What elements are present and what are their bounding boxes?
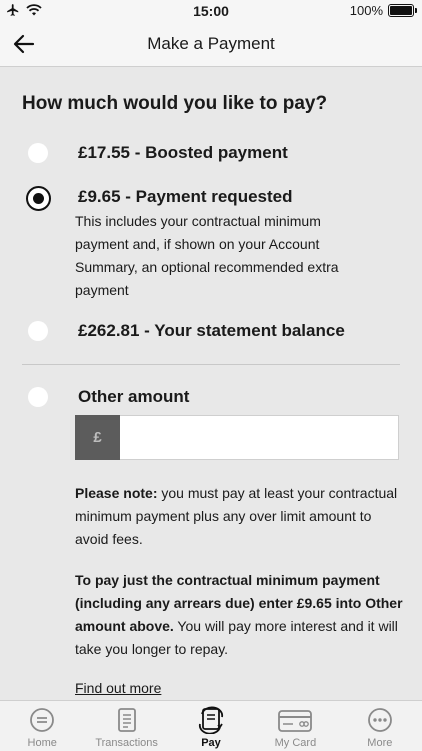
nav-bar: Make a Payment [0,22,422,67]
page-title: Make a Payment [147,34,275,53]
radio-payment-requested[interactable] [26,186,51,211]
divider [22,364,400,365]
tab-transactions[interactable]: Transactions [84,701,168,751]
transactions-icon [117,708,136,732]
tab-bar: Home Transactions Pay My Card More [0,700,422,751]
tab-more-label: More [367,737,393,749]
tab-transactions-label: Transactions [95,737,158,749]
please-note-text: Please note: you must pay at least your … [75,482,405,551]
card-icon [278,710,313,732]
radio-statement-balance[interactable] [28,321,48,341]
battery-icon [388,4,417,17]
min-payment-info-text: To pay just the contractual minimum paym… [75,569,405,661]
option-statement-balance-label[interactable]: £262.81 - Your statement balance [78,321,345,341]
status-right: 100% [349,3,417,18]
home-icon [30,708,55,732]
tab-pay[interactable]: Pay [169,701,253,751]
payment-requested-description: This includes your contractual minimum p… [75,213,339,298]
other-amount-input[interactable] [121,416,398,459]
please-note-bold: Please note: [75,485,158,501]
tab-home-label: Home [27,737,57,749]
status-bar: 15:00 100% [0,0,422,22]
find-out-more-link[interactable]: Find out more [75,680,161,696]
more-icon [367,708,392,732]
currency-prefix: £ [75,415,120,460]
option-payment-requested-label[interactable]: £9.65 - Payment requested [78,187,292,207]
pay-icon [198,706,224,734]
option-other-amount-label[interactable]: Other amount [78,387,189,407]
tab-my-card-label: My Card [274,737,317,749]
radio-boosted-payment[interactable] [28,143,48,163]
battery-percent: 100% [349,3,383,18]
tab-my-card[interactable]: My Card [253,701,337,751]
other-amount-field: £ [75,415,399,460]
tab-pay-label: Pay [201,737,221,749]
tab-more[interactable]: More [338,701,422,751]
option-boosted-payment-label[interactable]: £17.55 - Boosted payment [78,143,288,163]
payment-question: How much would you like to pay? [22,93,328,114]
radio-other-amount[interactable] [28,387,48,407]
tab-home[interactable]: Home [0,701,84,751]
payment-form: How much would you like to pay? £17.55 -… [0,67,422,700]
